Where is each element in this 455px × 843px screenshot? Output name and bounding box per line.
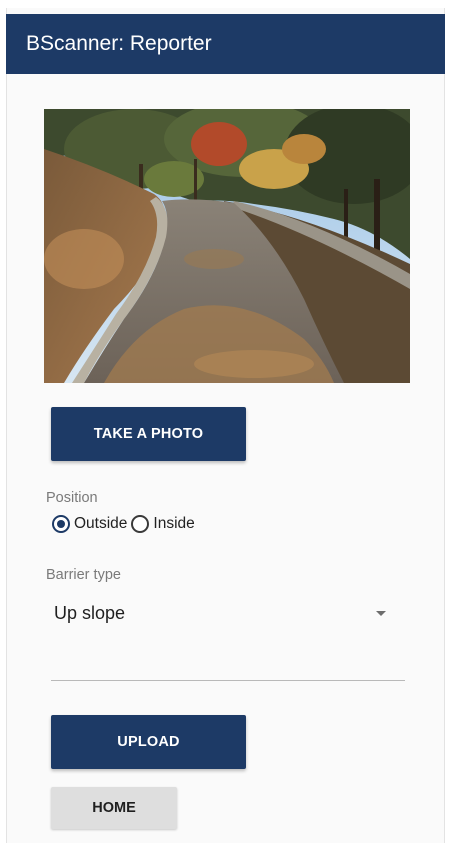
position-option-outside[interactable]: Outside [52, 515, 131, 533]
home-button[interactable]: HOME [51, 787, 177, 829]
take-photo-button[interactable]: TAKE A PHOTO [51, 407, 246, 461]
arrow-drop-down-icon[interactable] [376, 610, 386, 616]
radio-checked-icon[interactable] [52, 515, 70, 533]
divider [51, 680, 405, 681]
position-option-inside[interactable]: Inside [131, 515, 198, 533]
position-option-label: Inside [153, 515, 195, 532]
position-label: Position [46, 490, 98, 506]
barrier-type-label: Barrier type [46, 567, 121, 583]
barrier-photo [44, 109, 410, 383]
barrier-type-value: Up slope [54, 602, 126, 623]
radio-unchecked-icon[interactable] [131, 515, 150, 533]
position-radio-group: Outside Inside [52, 515, 199, 533]
app-title: BScanner: Reporter [26, 32, 212, 55]
barrier-type-select[interactable]: Up slope [54, 598, 390, 628]
app-bar: BScanner: Reporter [6, 14, 445, 74]
upload-button[interactable]: UPLOAD [51, 715, 246, 769]
position-option-label: Outside [74, 515, 128, 532]
